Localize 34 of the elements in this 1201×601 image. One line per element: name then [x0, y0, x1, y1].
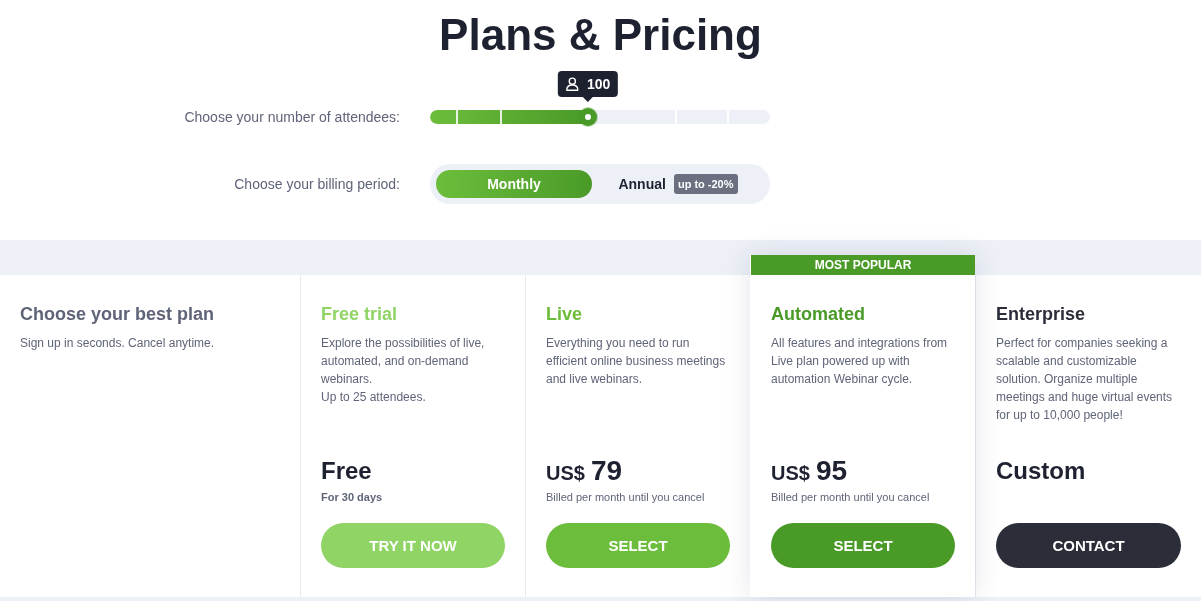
- tooltip-value: 100: [586, 76, 611, 92]
- slider-track[interactable]: [430, 110, 770, 124]
- plan-button[interactable]: CONTACT: [996, 523, 1181, 568]
- plan-button[interactable]: SELECT: [546, 523, 730, 568]
- price-note: Billed per month until you cancel: [546, 490, 706, 504]
- price-currency: US$: [771, 462, 810, 485]
- popular-ribbon: MOST POPULAR: [751, 255, 975, 275]
- plan-description: Everything you need to run efficient online business meetings and live webinars.: [546, 335, 727, 388]
- plan-description: All features and integrations from Live plan powered up with automation Webinar cycle.: [771, 335, 949, 388]
- intro-subtitle: Sign up in seconds. Cancel anytime.: [20, 335, 216, 352]
- price-amount: Custom: [996, 456, 1086, 486]
- plan-description: Perfect for companies seeking a scalable and customizable solution. Organize multiple meetings and huge virtual events for up to 10,000 people!: [996, 335, 1174, 424]
- billing-option[interactable]: Annual up to -20%: [592, 170, 764, 198]
- plan-button[interactable]: TRY IT NOW: [321, 523, 505, 568]
- page-title: Plans & Pricing: [438, 10, 763, 60]
- plan-name: Free trial: [321, 303, 399, 325]
- intro-title: Choose your best plan: [20, 303, 216, 325]
- billing-option[interactable]: Monthly: [436, 170, 592, 198]
- price-amount: Free: [321, 456, 372, 486]
- plan-description: Explore the possibilities of live, automated, and on-demand webinars. Up to 25 attendees.: [321, 335, 486, 406]
- user-icon: [565, 77, 579, 91]
- slider-thumb[interactable]: [579, 108, 598, 126]
- discount-badge: up to -20%: [673, 174, 738, 194]
- price-note: Billed per month until you cancel: [771, 490, 931, 504]
- billing-label: Choose your billing period:: [234, 176, 400, 192]
- price-amount: 79: [590, 456, 623, 486]
- plan-button[interactable]: SELECT: [771, 523, 955, 568]
- slider-label: Choose your number of attendees:: [184, 109, 400, 125]
- plan-name: Enterprise: [996, 303, 1087, 325]
- plan-name: Automated: [771, 303, 866, 325]
- price-currency: US$: [546, 462, 585, 485]
- price-amount: 95: [815, 456, 848, 486]
- price-note: For 30 days: [321, 490, 384, 504]
- plan-name: Live: [546, 303, 584, 325]
